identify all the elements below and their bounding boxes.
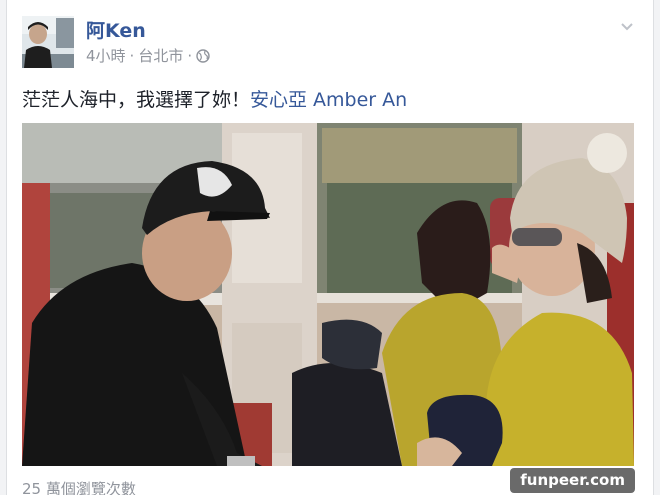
- meta-separator: ·: [187, 46, 193, 65]
- tagged-person-link[interactable]: 安心亞 Amber An: [250, 89, 407, 111]
- author-avatar[interactable]: [22, 16, 74, 68]
- view-count: 25 萬個瀏覽次數: [22, 480, 136, 495]
- post-location[interactable]: 台北市: [138, 45, 183, 66]
- globe-icon[interactable]: [196, 48, 210, 63]
- post-message: 茫茫人海中，我選擇了妳！: [22, 89, 251, 111]
- chevron-down-icon[interactable]: [619, 18, 635, 34]
- post-card: 阿Ken 4小時 · 台北市 · 茫茫人海中，我選擇了妳！安心亞 Amber A…: [6, 0, 654, 495]
- author-name[interactable]: 阿Ken: [86, 16, 146, 43]
- post-time[interactable]: 4小時: [86, 45, 126, 66]
- post-text: 茫茫人海中，我選擇了妳！安心亞 Amber An: [22, 85, 407, 112]
- site-watermark: funpeer.com: [510, 468, 635, 493]
- meta-separator: ·: [129, 46, 135, 65]
- post-meta: 4小時 · 台北市 ·: [86, 45, 210, 66]
- post-photo[interactable]: [22, 123, 634, 466]
